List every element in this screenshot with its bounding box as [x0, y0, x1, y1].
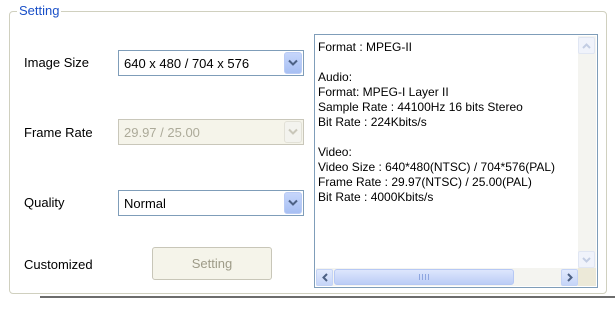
- arrow-left-icon[interactable]: [316, 269, 333, 286]
- quality-label: Quality: [24, 195, 65, 210]
- image-size-select[interactable]: 640 x 480 / 704 x 576: [118, 50, 304, 76]
- quality-select[interactable]: Normal: [118, 190, 304, 216]
- customized-setting-button[interactable]: Setting: [152, 247, 272, 280]
- frame-rate-label: Frame Rate: [24, 125, 93, 140]
- quality-value: Normal: [124, 195, 166, 211]
- image-size-value: 640 x 480 / 704 x 576: [124, 55, 250, 71]
- chevron-down-icon[interactable]: [284, 121, 302, 143]
- frame-rate-value: 29.97 / 25.00: [124, 124, 200, 140]
- arrow-right-icon[interactable]: [561, 269, 578, 286]
- chevron-down-icon[interactable]: [284, 52, 302, 74]
- format-info-text: Format : MPEG-II Audio: Format: MPEG-I L…: [318, 40, 556, 204]
- customized-label: Customized: [24, 257, 93, 272]
- vertical-scrollbar[interactable]: [578, 36, 596, 268]
- horizontal-scroll-thumb[interactable]: [334, 269, 514, 285]
- grip-icon: [419, 274, 429, 280]
- scrollbar-corner: [578, 268, 596, 286]
- chevron-down-icon[interactable]: [284, 192, 302, 214]
- arrow-up-icon[interactable]: [578, 37, 595, 54]
- group-title: Setting: [17, 3, 62, 18]
- arrow-down-icon[interactable]: [578, 251, 595, 268]
- image-size-label: Image Size: [24, 55, 90, 70]
- divider: [40, 296, 615, 298]
- frame-rate-select[interactable]: 29.97 / 25.00: [118, 119, 304, 145]
- format-info-box[interactable]: Format : MPEG-II Audio: Format: MPEG-I L…: [314, 34, 598, 288]
- horizontal-scrollbar[interactable]: [316, 268, 578, 286]
